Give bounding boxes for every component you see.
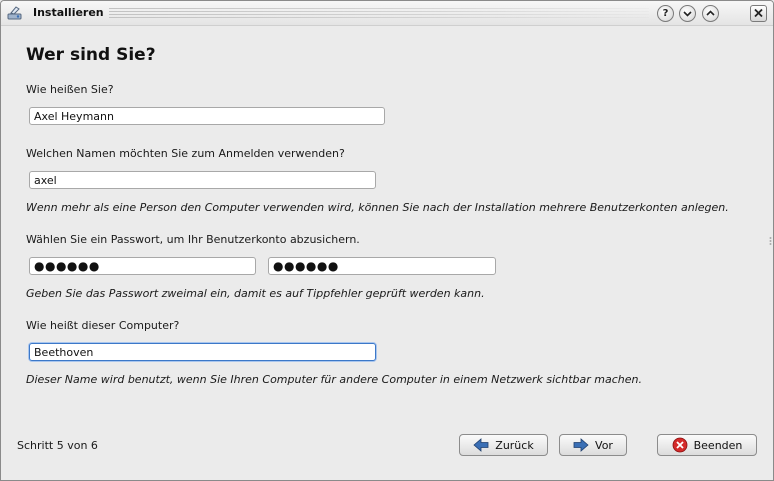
password-confirm-input[interactable]: ●●●●●●: [268, 257, 496, 275]
title-decoration: [109, 8, 649, 18]
app-installer-icon: [7, 5, 23, 21]
password-label: Wählen Sie ein Passwort, um Ihr Benutzer…: [26, 233, 360, 246]
quit-button-label: Beenden: [693, 438, 743, 452]
maximize-icon[interactable]: [702, 5, 719, 22]
close-icon[interactable]: [750, 5, 767, 22]
login-name-hint: Wenn mehr als eine Person den Computer v…: [26, 201, 729, 214]
arrow-left-icon: [473, 438, 489, 452]
resize-grip[interactable]: [769, 236, 772, 246]
login-name-label: Welchen Namen möchten Sie zum Anmelden v…: [26, 147, 345, 160]
step-indicator: Schritt 5 von 6: [17, 439, 98, 452]
computer-name-hint: Dieser Name wird benutzt, wenn Sie Ihren…: [26, 373, 642, 386]
back-button-label: Zurück: [495, 438, 534, 452]
stop-icon: [672, 437, 688, 453]
title-bar[interactable]: Installieren ?: [1, 1, 773, 26]
installer-window: Installieren ? Wer sind Sie? Wie heißen …: [0, 0, 774, 481]
computer-name-input[interactable]: Beethoven: [29, 343, 376, 361]
login-name-input[interactable]: axel: [29, 171, 376, 189]
back-button[interactable]: Zurück: [459, 434, 548, 456]
full-name-input[interactable]: Axel Heymann: [29, 107, 385, 125]
minimize-icon[interactable]: [679, 5, 696, 22]
arrow-right-icon: [573, 438, 589, 452]
quit-button[interactable]: Beenden: [657, 434, 757, 456]
help-icon[interactable]: ?: [657, 5, 674, 22]
forward-button[interactable]: Vor: [559, 434, 627, 456]
page-title: Wer sind Sie?: [26, 45, 156, 65]
computer-name-label: Wie heißt dieser Computer?: [26, 319, 180, 332]
window-title: Installieren: [33, 6, 104, 19]
full-name-label: Wie heißen Sie?: [26, 83, 114, 96]
password-hint: Geben Sie das Passwort zweimal ein, dami…: [26, 287, 485, 300]
forward-button-label: Vor: [595, 438, 613, 452]
password-input[interactable]: ●●●●●●: [29, 257, 256, 275]
